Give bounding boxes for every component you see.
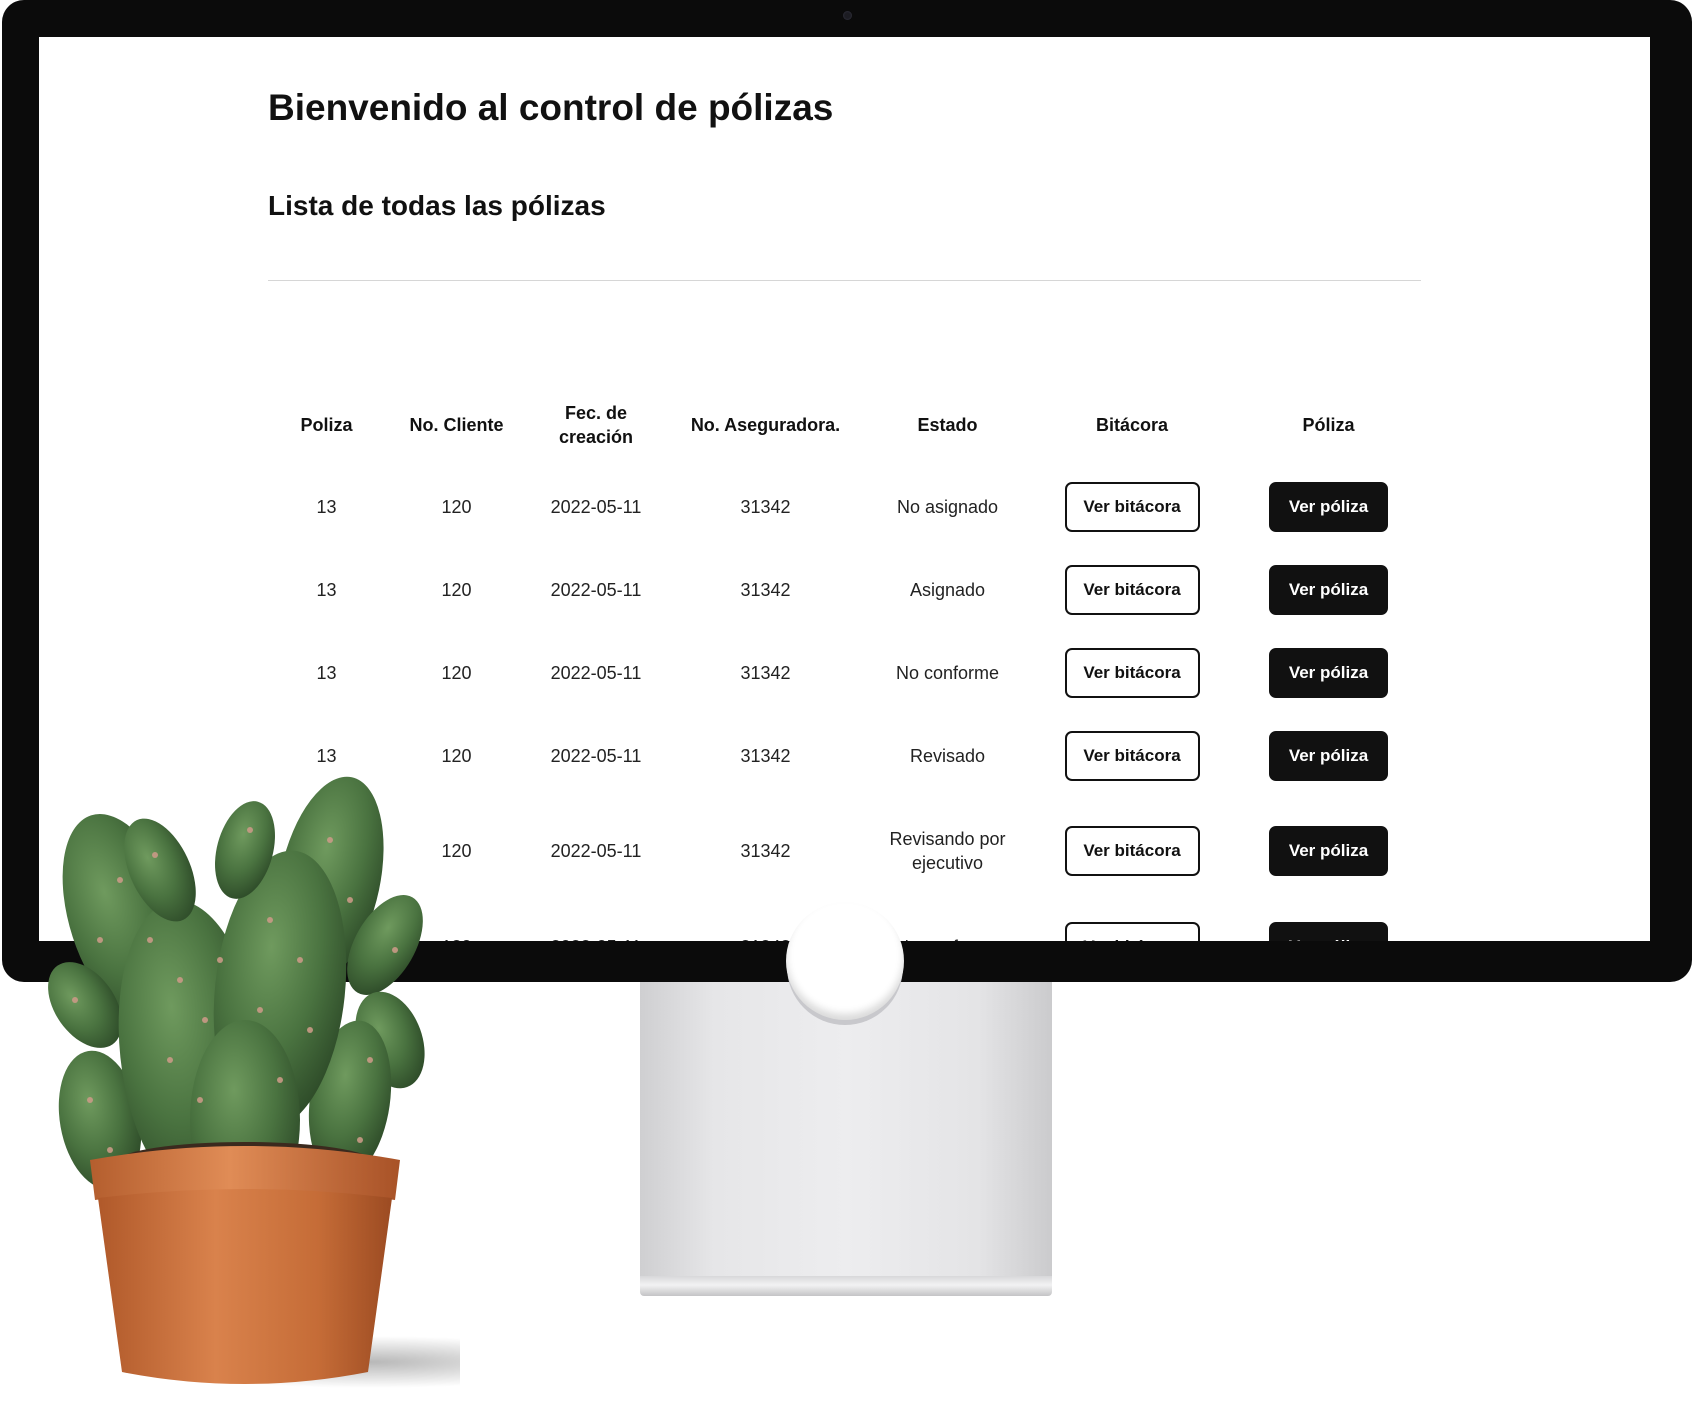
- ver-bitacora-button[interactable]: Ver bitácora: [1064, 921, 1200, 941]
- monitor-stand-foot: [640, 1276, 1052, 1296]
- cell-bitacora: Ver bitácora: [1028, 797, 1236, 905]
- ver-poliza-button[interactable]: Ver póliza: [1269, 564, 1388, 615]
- monitor-stand: [640, 902, 1052, 1278]
- cell-aseguradora: 31342: [740, 662, 791, 683]
- ver-poliza-button[interactable]: Ver póliza: [1269, 826, 1388, 876]
- column-header-poliza-action: Póliza: [1302, 415, 1355, 435]
- ver-poliza-button[interactable]: Ver póliza: [1269, 647, 1388, 698]
- cell-estado: Revisado: [909, 745, 986, 766]
- table-row: 13 120 2022-05-11 31342 No asignado Ver …: [268, 465, 1421, 548]
- column-header-estado: Estado: [917, 415, 978, 435]
- column-header-cliente: No. Cliente: [409, 415, 504, 435]
- ver-bitacora-button[interactable]: Ver bitácora: [1064, 647, 1200, 698]
- cell-bitacora: Ver bitácora: [1028, 631, 1236, 714]
- webcam-icon: [843, 11, 852, 20]
- cell-fecha: 2022-05-11: [550, 745, 642, 766]
- column-header-bitacora: Bitácora: [1095, 415, 1169, 435]
- cell-poliza-action: Ver póliza: [1236, 905, 1421, 941]
- cell-fecha: 2022-05-11: [550, 662, 642, 683]
- cell-aseguradora: 31342: [740, 745, 791, 766]
- cell-poliza-action: Ver póliza: [1236, 465, 1421, 548]
- ver-poliza-button[interactable]: Ver póliza: [1269, 481, 1388, 532]
- cell-poliza: 13: [316, 662, 337, 683]
- table-header-row: Poliza No. Cliente Fec. de creación No. …: [268, 385, 1421, 465]
- ver-poliza-button[interactable]: Ver póliza: [1269, 730, 1388, 781]
- cell-estado: Asignado: [909, 579, 986, 600]
- cell-bitacora: Ver bitácora: [1028, 548, 1236, 631]
- column-header-fecha: Fec. de creación: [558, 403, 634, 447]
- page-title: Bienvenido al control de pólizas: [268, 87, 834, 128]
- cell-cliente: 120: [441, 496, 472, 517]
- cell-poliza-action: Ver póliza: [1236, 631, 1421, 714]
- cell-estado: Revisando por ejecutivo: [889, 829, 1006, 873]
- cell-poliza-action: Ver póliza: [1236, 797, 1421, 905]
- column-header-poliza: Poliza: [300, 415, 353, 435]
- stand-cable-hole: [786, 902, 904, 1020]
- cell-poliza: 13: [316, 579, 337, 600]
- cell-fecha: 2022-05-11: [550, 579, 642, 600]
- cell-aseguradora: 31342: [740, 496, 791, 517]
- cell-aseguradora: 31342: [740, 579, 791, 600]
- table-row: 13 120 2022-05-11 31342 No conforme Ver …: [268, 631, 1421, 714]
- table-row: 13 120 2022-05-11 31342 Asignado Ver bit…: [268, 548, 1421, 631]
- cell-bitacora: Ver bitácora: [1028, 905, 1236, 941]
- cell-fecha: 2022-05-11: [550, 496, 642, 517]
- section-title: Lista de todas las pólizas: [268, 190, 606, 221]
- cell-fecha: 2022-05-11: [528, 905, 664, 942]
- ver-bitacora-button[interactable]: Ver bitácora: [1064, 481, 1200, 532]
- divider: [268, 280, 1421, 281]
- cell-bitacora: Ver bitácora: [1028, 714, 1236, 797]
- cell-poliza-action: Ver póliza: [1236, 714, 1421, 797]
- ver-bitacora-button[interactable]: Ver bitácora: [1064, 564, 1200, 615]
- cell-cliente: 120: [441, 662, 472, 683]
- cell-bitacora: Ver bitácora: [1028, 465, 1236, 548]
- cell-poliza-action: Ver póliza: [1236, 548, 1421, 631]
- cactus-plant-image: [48, 776, 460, 1388]
- ver-bitacora-button[interactable]: Ver bitácora: [1064, 730, 1200, 781]
- cell-fecha: 2022-05-11: [550, 841, 642, 861]
- ver-bitacora-button[interactable]: Ver bitácora: [1064, 826, 1200, 876]
- cell-cliente: 120: [441, 579, 472, 600]
- cell-estado: No conforme: [895, 662, 1000, 683]
- cell-aseguradora: 31342: [740, 841, 791, 861]
- cell-poliza: 13: [316, 496, 337, 517]
- cell-estado: No asignado: [896, 496, 999, 517]
- ver-poliza-button[interactable]: Ver póliza: [1269, 921, 1388, 941]
- column-header-aseguradora: No. Aseguradora.: [690, 415, 841, 435]
